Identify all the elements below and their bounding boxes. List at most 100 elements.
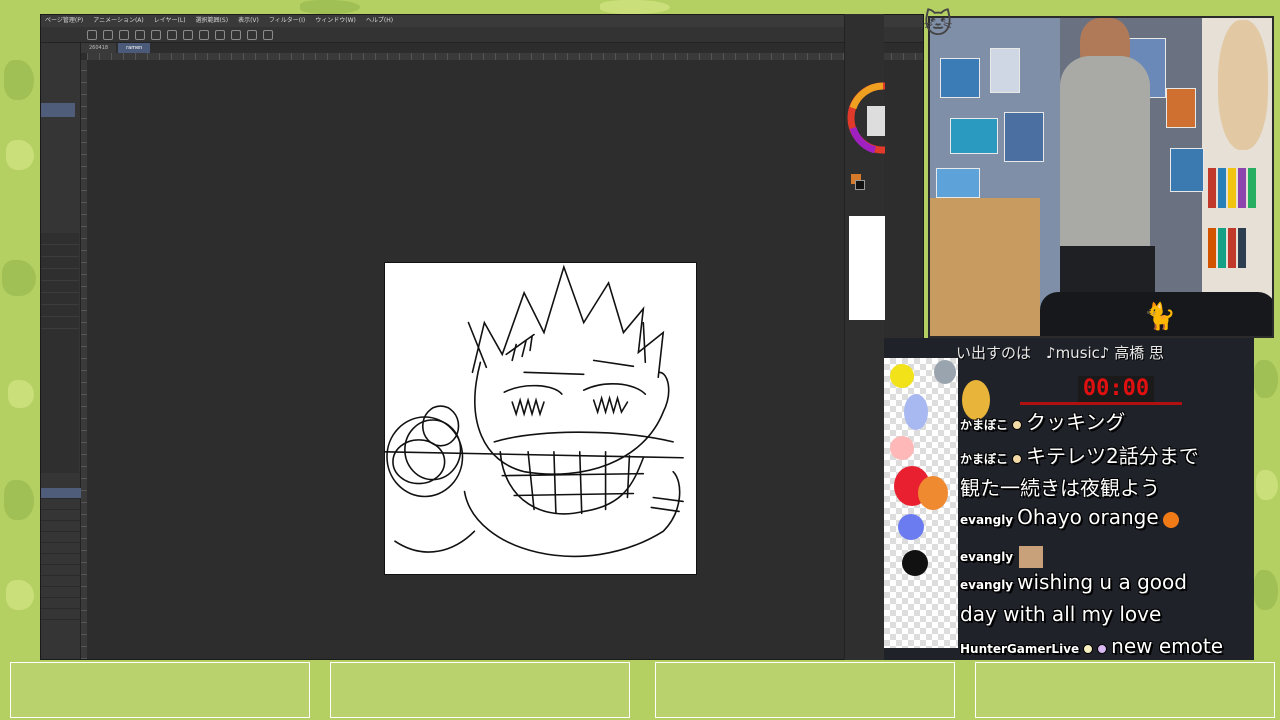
chat-message: 観た一続きは夜観よう xyxy=(960,472,1160,501)
undo-icon[interactable] xyxy=(135,29,145,40)
chat-username: かまぼこ xyxy=(960,418,1009,432)
color-panel xyxy=(844,14,919,660)
color-palette xyxy=(884,358,990,648)
chat-username: かまぼこ xyxy=(960,452,1009,466)
drawing-canvas[interactable] xyxy=(384,262,697,575)
redo-icon[interactable] xyxy=(151,29,161,40)
palette-swatch[interactable] xyxy=(890,436,914,460)
menu-help[interactable]: ヘルプ(H) xyxy=(366,15,393,27)
menu-selection[interactable]: 選択範囲(S) xyxy=(196,15,229,27)
sub-tool-item[interactable] xyxy=(41,609,81,620)
palette-swatch[interactable] xyxy=(902,550,928,576)
property-row[interactable] xyxy=(41,281,79,293)
sketch-drawing xyxy=(384,264,684,558)
sub-tool-item[interactable] xyxy=(41,543,81,554)
snap-icon[interactable] xyxy=(247,29,257,40)
palette-swatch[interactable] xyxy=(918,476,948,510)
chat-overlay: かまぼこ クッキング かまぼこ キテレツ2話分まで 観た一続きは夜観よう evang… xyxy=(960,404,1254,664)
sub-tool-item[interactable] xyxy=(41,499,81,510)
chat-message: evangly wishing u a good xyxy=(960,570,1187,594)
menu-layer[interactable]: レイヤー(L) xyxy=(154,15,186,27)
chat-text: wishing u a good xyxy=(1017,570,1187,594)
vertical-ruler xyxy=(81,60,87,659)
open-file-icon[interactable] xyxy=(103,29,113,40)
palette-swatch[interactable] xyxy=(904,394,928,430)
pixel-mascot-icon: 🐱 xyxy=(923,7,953,40)
bottom-frame-box xyxy=(655,662,955,718)
bottom-frame-box xyxy=(10,662,310,718)
sub-tool-item[interactable] xyxy=(41,565,81,576)
user-badge-icon xyxy=(1083,643,1094,654)
menu-filter[interactable]: フィルター(I) xyxy=(269,15,305,27)
menu-page[interactable]: ページ管理(P) xyxy=(45,15,83,27)
user-badge-icon xyxy=(1012,419,1023,430)
transform-icon[interactable] xyxy=(199,29,209,40)
chat-text: 観た一続きは夜観よう xyxy=(960,476,1160,500)
horizontal-ruler xyxy=(87,53,923,60)
bottom-frame-strip xyxy=(0,660,1280,720)
palette-swatch[interactable] xyxy=(890,364,914,388)
tab-document-2[interactable]: ramen xyxy=(118,43,151,53)
property-row[interactable] xyxy=(41,269,79,281)
chat-message: evangly Ohayo orange xyxy=(960,505,1179,529)
user-badge-icon xyxy=(1012,453,1023,464)
property-row[interactable] xyxy=(41,257,79,269)
chat-text: new emote xyxy=(1111,634,1224,658)
emote-image-icon xyxy=(1019,545,1044,568)
chat-text: Ohayo orange xyxy=(1017,505,1159,529)
sub-tool-item[interactable] xyxy=(41,532,81,543)
clear-icon[interactable] xyxy=(167,29,177,40)
clip-studio-window: ページ管理(P) アニメーション(A) レイヤー(L) 選択範囲(S) 表示(V… xyxy=(40,14,924,660)
sub-tool-item[interactable] xyxy=(41,510,81,521)
chat-message: evangly xyxy=(960,542,1044,568)
ruler-snap-icon[interactable] xyxy=(263,29,273,40)
chat-text: day with all my love xyxy=(960,602,1162,626)
deselect-icon[interactable] xyxy=(215,29,225,40)
pixel-cat-icon: 🐈 xyxy=(1143,302,1177,332)
chat-text: キテレツ2話分まで xyxy=(1026,444,1199,468)
menu-animation[interactable]: アニメーション(A) xyxy=(93,15,144,27)
navigator-preview xyxy=(849,216,885,320)
crop-icon[interactable] xyxy=(231,29,241,40)
menu-view[interactable]: 表示(V) xyxy=(238,15,259,27)
property-row[interactable] xyxy=(41,245,79,257)
sub-tool-header[interactable] xyxy=(41,488,81,499)
fill-icon[interactable] xyxy=(183,29,193,40)
chat-username: evangly xyxy=(960,578,1014,592)
sub-tool-item[interactable] xyxy=(41,598,81,609)
tool-panel xyxy=(41,43,81,659)
chat-message: day with all my love xyxy=(960,602,1161,626)
chat-message: かまぼこ クッキング xyxy=(960,406,1125,435)
sub-tool-item[interactable] xyxy=(41,554,81,565)
command-bar xyxy=(41,27,923,43)
user-badge-icon xyxy=(1097,643,1108,654)
now-playing-song: い出すのは ♪music♪ 高橋 思 xyxy=(956,344,1165,362)
property-row[interactable] xyxy=(41,233,79,245)
property-row[interactable] xyxy=(41,293,79,305)
color-wheel-icon[interactable] xyxy=(845,66,919,176)
sub-tool-item[interactable] xyxy=(41,521,81,532)
sub-color-swatch[interactable] xyxy=(855,180,865,190)
sub-tool-item[interactable] xyxy=(41,576,81,587)
menu-bar: ページ管理(P) アニメーション(A) レイヤー(L) 選択範囲(S) 表示(V… xyxy=(41,15,923,27)
stream-timer: 00:00 xyxy=(1078,376,1154,402)
chat-username: evangly xyxy=(960,550,1014,564)
bottom-frame-box xyxy=(330,662,630,718)
sub-tool-list xyxy=(41,488,81,620)
sub-tool-item[interactable] xyxy=(41,587,81,598)
document-tabs: 260418 ramen xyxy=(81,43,151,53)
new-file-icon[interactable] xyxy=(87,29,97,40)
palette-swatch[interactable] xyxy=(898,514,924,540)
chat-message: かまぼこ キテレツ2話分まで xyxy=(960,440,1199,469)
property-row[interactable] xyxy=(41,317,79,329)
chat-text: クッキング xyxy=(1026,410,1126,434)
palette-swatch[interactable] xyxy=(934,360,956,384)
menu-window[interactable]: ウィンドウ(W) xyxy=(315,15,356,27)
property-row[interactable] xyxy=(41,305,79,317)
chat-message: HunterGamerLive new emote xyxy=(960,634,1223,658)
save-icon[interactable] xyxy=(119,29,129,40)
bottom-frame-box xyxy=(975,662,1275,718)
selected-tool[interactable] xyxy=(41,103,75,117)
tab-document-1[interactable]: 260418 xyxy=(81,43,117,53)
orange-emoji-icon xyxy=(1162,511,1179,528)
